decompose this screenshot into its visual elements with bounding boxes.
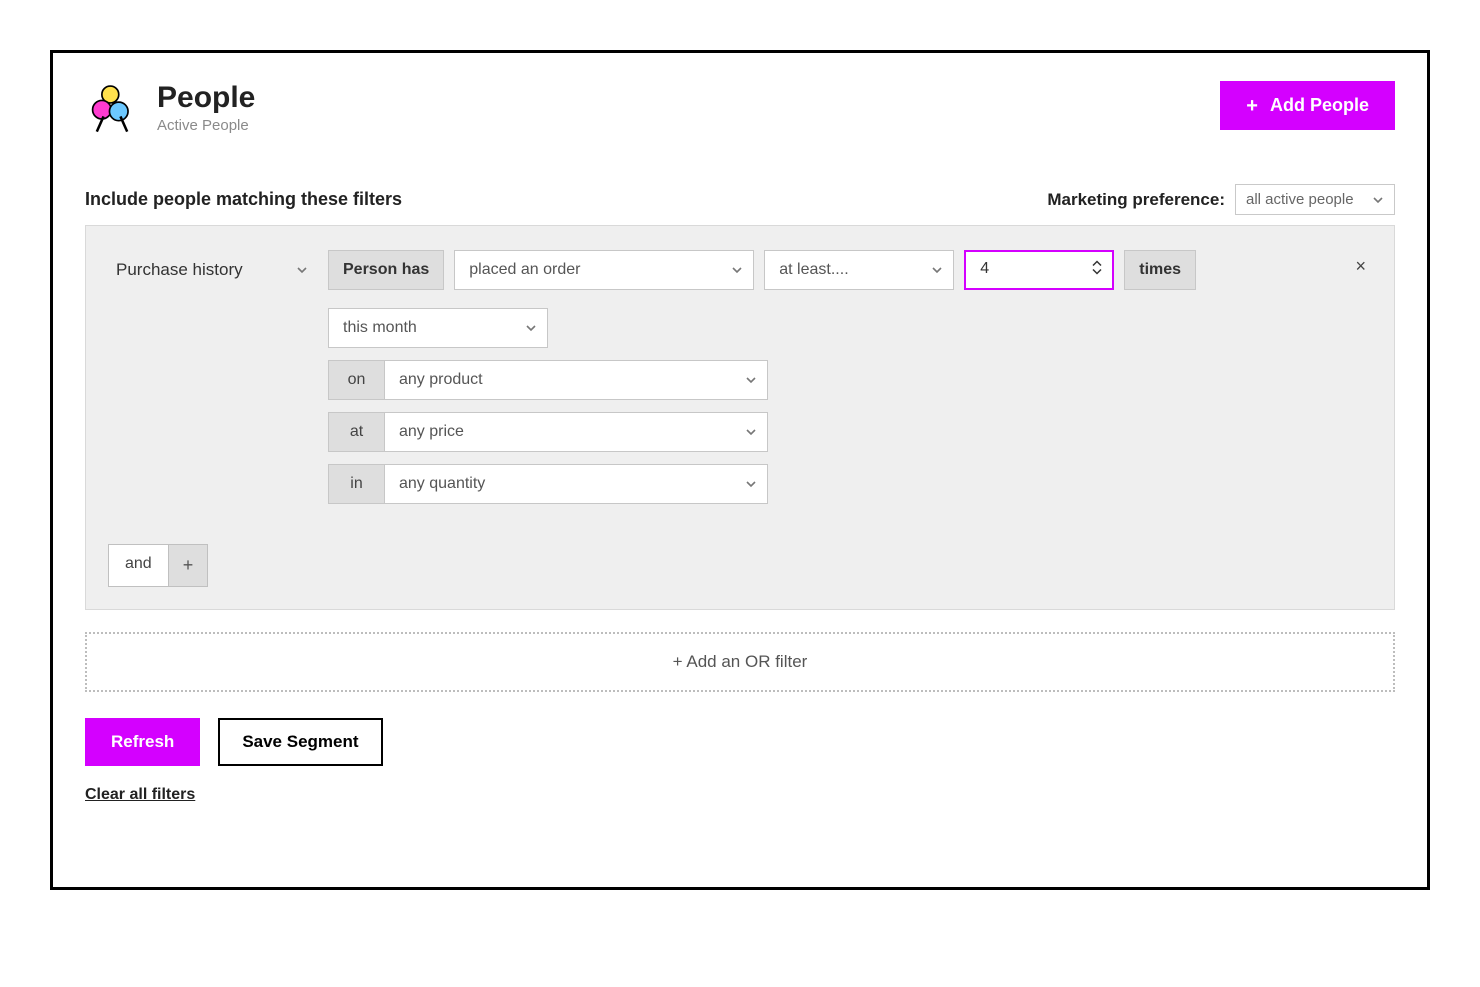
filter-panel: × Purchase history Person has placed an … [85, 225, 1395, 610]
comparator-value: at least.... [779, 261, 848, 279]
add-and-filter-button[interactable]: + [169, 544, 209, 587]
filter-category-select[interactable]: Purchase history [108, 250, 318, 290]
person-has-label: Person has [328, 250, 444, 290]
and-row: and + [108, 544, 1372, 587]
add-people-button[interactable]: + Add People [1220, 81, 1395, 130]
timeframe-value: this month [343, 319, 417, 337]
page-subtitle: Active People [157, 117, 255, 134]
add-or-filter-label: + Add an OR filter [673, 652, 808, 671]
product-row-label: on [328, 360, 384, 400]
refresh-button[interactable]: Refresh [85, 718, 200, 766]
marketing-pref-value: all active people [1246, 191, 1354, 208]
comparator-select[interactable]: at least.... [764, 250, 954, 290]
number-stepper-icon [1090, 259, 1104, 282]
price-row-label: at [328, 412, 384, 452]
action-select[interactable]: placed an order [454, 250, 754, 290]
chevron-down-icon [745, 478, 757, 490]
action-row: Refresh Save Segment [85, 718, 1395, 766]
filters-heading: Include people matching these filters [85, 189, 402, 210]
filter-category-value: Purchase history [116, 260, 243, 279]
product-select[interactable]: any product [384, 360, 768, 400]
and-operator-label: and [108, 544, 169, 587]
price-row: at any price [328, 412, 768, 452]
marketing-pref-wrap: Marketing preference: all active people [1047, 184, 1395, 215]
page-title: People [157, 83, 255, 113]
chevron-down-icon [731, 264, 743, 276]
people-icon [85, 81, 139, 140]
price-select[interactable]: any price [384, 412, 768, 452]
count-value: 4 [980, 260, 989, 277]
remove-filter-button[interactable]: × [1355, 256, 1366, 277]
add-or-filter-button[interactable]: + Add an OR filter [85, 632, 1395, 692]
title-wrap: People Active People [85, 81, 255, 140]
product-value: any product [399, 371, 483, 388]
quantity-value: any quantity [399, 475, 485, 492]
quantity-select[interactable]: any quantity [384, 464, 768, 504]
page-frame: People Active People + Add People Includ… [50, 50, 1430, 890]
timeframe-select[interactable]: this month [328, 308, 548, 348]
plus-icon: + [1246, 96, 1258, 116]
clear-all-filters-link[interactable]: Clear all filters [85, 786, 195, 804]
quantity-row: in any quantity [328, 464, 768, 504]
quantity-row-label: in [328, 464, 384, 504]
price-value: any price [399, 423, 464, 440]
chevron-down-icon [745, 426, 757, 438]
chevron-down-icon [525, 322, 537, 334]
save-segment-button[interactable]: Save Segment [218, 718, 382, 766]
filter-row-main: Purchase history Person has placed an or… [108, 250, 1372, 290]
product-row: on any product [328, 360, 768, 400]
marketing-pref-select[interactable]: all active people [1235, 184, 1395, 215]
count-input[interactable]: 4 [964, 250, 1114, 290]
chevron-down-icon [1372, 194, 1384, 206]
action-value: placed an order [469, 261, 580, 279]
chevron-down-icon [296, 264, 308, 276]
add-people-label: Add People [1270, 95, 1369, 116]
filters-header-row: Include people matching these filters Ma… [85, 184, 1395, 215]
marketing-pref-label: Marketing preference: [1047, 190, 1225, 210]
chevron-down-icon [931, 264, 943, 276]
header-row: People Active People + Add People [85, 81, 1395, 140]
title-block: People Active People [157, 81, 255, 134]
chevron-down-icon [745, 374, 757, 386]
filter-sub-stack: this month on any product at any price [328, 308, 1372, 504]
times-label: times [1124, 250, 1196, 290]
